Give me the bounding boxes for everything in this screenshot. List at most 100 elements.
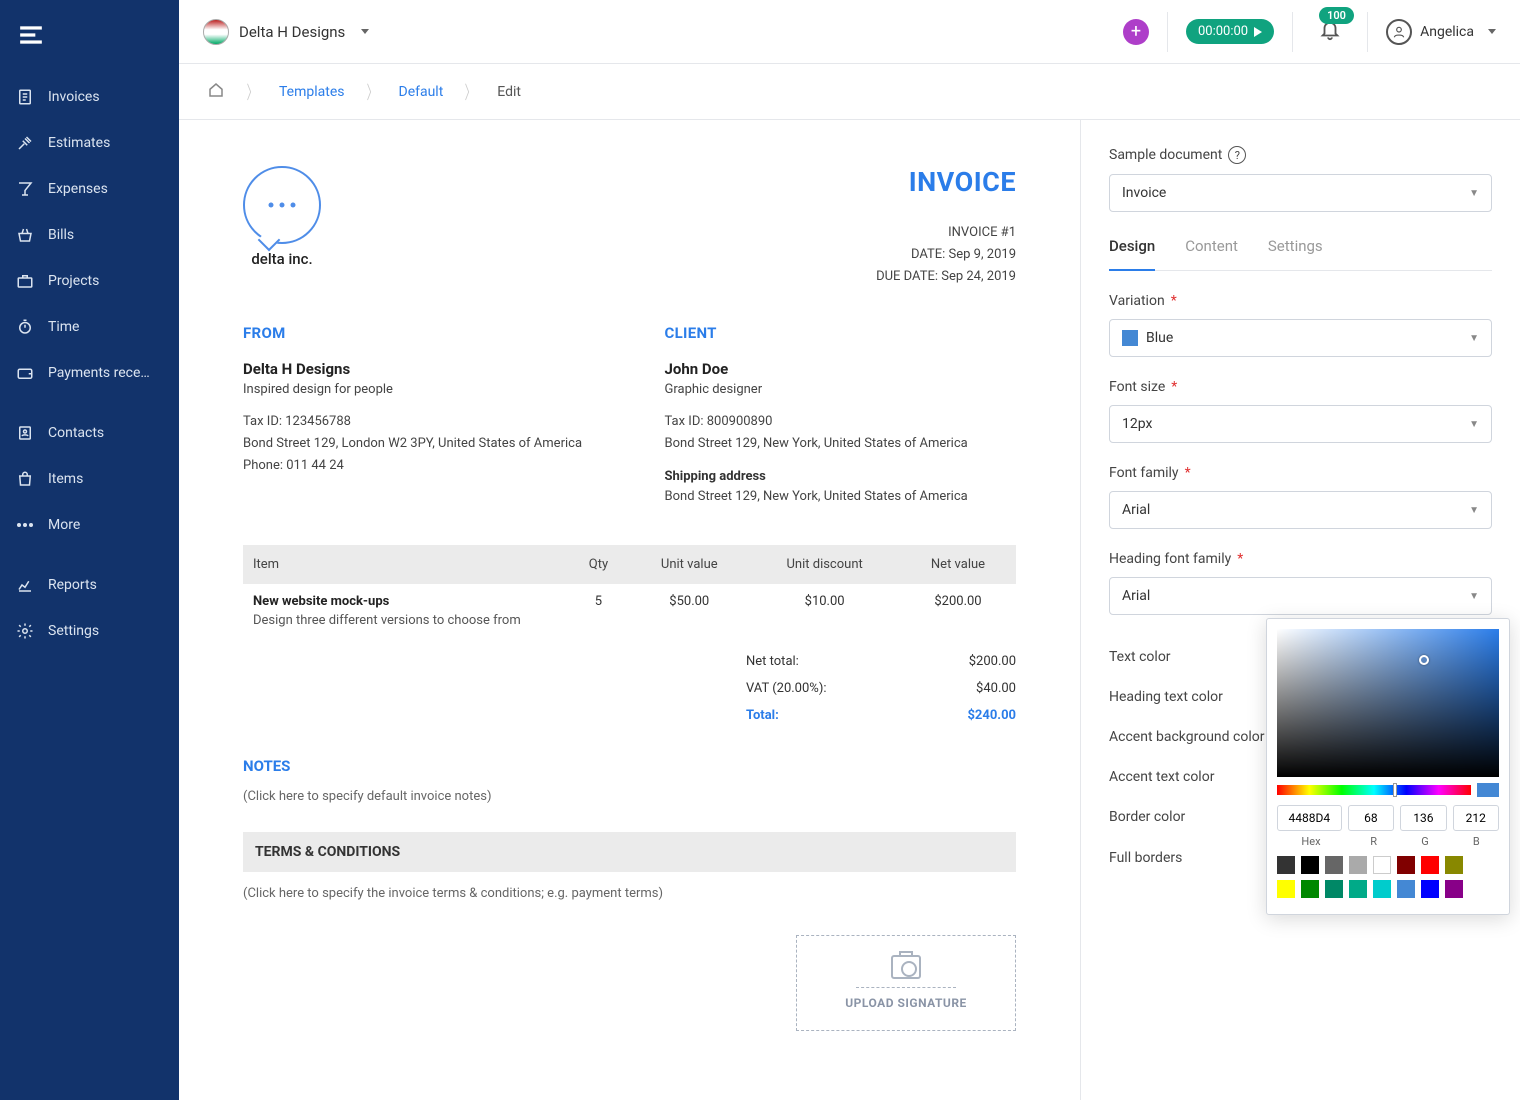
preset-swatch[interactable] — [1421, 856, 1439, 874]
item-unit: $50.00 — [629, 584, 749, 638]
sidebar-item-label: Expenses — [48, 181, 108, 197]
invoice-preview: delta inc. INVOICE INVOICE #1 DATE: Sep … — [179, 120, 1080, 1100]
preset-swatch[interactable] — [1373, 880, 1391, 898]
sidebar-item-bills[interactable]: Bills — [0, 212, 179, 258]
gradient-cursor[interactable] — [1419, 655, 1429, 665]
sidebar-item-reports[interactable]: Reports — [0, 562, 179, 608]
net-total-value: $200.00 — [969, 654, 1016, 669]
app-logo[interactable] — [0, 14, 179, 74]
client-block: CLIENT John Doe Graphic designer Tax ID:… — [665, 324, 1017, 508]
preset-swatch[interactable] — [1325, 880, 1343, 898]
full-borders-label: Full borders — [1109, 850, 1182, 866]
g-label: G — [1402, 835, 1447, 848]
g-input[interactable] — [1400, 805, 1446, 831]
color-gradient[interactable] — [1277, 629, 1499, 777]
cocktail-icon — [14, 178, 36, 200]
sidebar-item-projects[interactable]: Projects — [0, 258, 179, 304]
col-unit: Unit value — [629, 545, 749, 584]
sidebar-item-label: Estimates — [48, 135, 110, 151]
sample-doc-label: Sample document — [1109, 147, 1222, 163]
notifications-button[interactable]: 100 — [1311, 19, 1349, 45]
client-name: John Doe — [665, 360, 1017, 378]
sidebar-item-invoices[interactable]: Invoices — [0, 74, 179, 120]
sidebar-item-settings[interactable]: Settings — [0, 608, 179, 654]
color-picker: Hex R G B — [1266, 618, 1510, 915]
preset-swatch[interactable] — [1325, 856, 1343, 874]
sidebar-item-expenses[interactable]: Expenses — [0, 166, 179, 212]
timer-button[interactable]: 00:00:00 — [1186, 19, 1274, 44]
hue-slider[interactable] — [1277, 785, 1471, 795]
preset-swatch[interactable] — [1301, 880, 1319, 898]
client-address: Bond Street 129, New York, United States… — [665, 433, 1017, 455]
invoice-due-date: DUE DATE: Sep 24, 2019 — [876, 266, 1016, 288]
shipping-address: Bond Street 129, New York, United States… — [665, 486, 1017, 508]
col-discount: Unit discount — [749, 545, 900, 584]
gear-icon — [14, 620, 36, 642]
help-icon[interactable]: ? — [1228, 146, 1246, 164]
preset-swatch[interactable] — [1445, 856, 1463, 874]
chevron-down-icon — [1488, 29, 1496, 34]
upload-signature[interactable]: UPLOAD SIGNATURE — [796, 935, 1016, 1031]
stopwatch-icon — [14, 316, 36, 338]
inspector-panel: Sample document? Invoice▼ Design Content… — [1080, 120, 1520, 1100]
item-name: New website mock-ups — [253, 594, 558, 609]
preset-swatch[interactable] — [1397, 856, 1415, 874]
preset-swatch[interactable] — [1277, 856, 1295, 874]
from-phone: Phone: 011 44 24 — [243, 455, 595, 477]
breadcrumb: 〉 Templates 〉 Default 〉 Edit — [179, 64, 1520, 120]
preset-swatch[interactable] — [1421, 880, 1439, 898]
selected-color-preview — [1477, 783, 1499, 797]
add-button[interactable]: + — [1123, 19, 1149, 45]
tab-settings[interactable]: Settings — [1268, 234, 1323, 270]
sidebar-item-estimates[interactable]: Estimates — [0, 120, 179, 166]
notes-heading: NOTES — [243, 757, 1016, 775]
accent-bg-label: Accent background color — [1109, 729, 1264, 745]
preset-swatch[interactable] — [1397, 880, 1415, 898]
invoice-date: DATE: Sep 9, 2019 — [876, 244, 1016, 266]
crumb-default[interactable]: Default — [381, 84, 462, 100]
preset-swatch[interactable] — [1445, 880, 1463, 898]
total-value: $240.00 — [967, 708, 1016, 723]
variation-select[interactable]: Blue▼ — [1109, 319, 1492, 357]
r-input[interactable] — [1348, 805, 1394, 831]
sample-doc-select[interactable]: Invoice▼ — [1109, 174, 1492, 212]
sidebar-item-time[interactable]: Time — [0, 304, 179, 350]
preset-swatch[interactable] — [1349, 880, 1367, 898]
crumb-templates[interactable]: Templates — [261, 84, 363, 100]
user-menu[interactable]: Angelica — [1386, 19, 1496, 45]
preset-swatch[interactable] — [1349, 856, 1367, 874]
gavel-icon — [14, 132, 36, 154]
fontfamily-select[interactable]: Arial▼ — [1109, 491, 1492, 529]
accent-text-label: Accent text color — [1109, 769, 1214, 785]
preset-swatch[interactable] — [1373, 856, 1391, 874]
sidebar-item-contacts[interactable]: Contacts — [0, 410, 179, 456]
preset-swatch[interactable] — [1277, 880, 1295, 898]
sidebar-item-more[interactable]: More — [0, 502, 179, 548]
sidebar-item-items[interactable]: Items — [0, 456, 179, 502]
b-input[interactable] — [1453, 805, 1499, 831]
sidebar-item-label: Payments rece… — [48, 365, 150, 381]
sidebar-item-label: Settings — [48, 623, 99, 639]
hex-input[interactable] — [1277, 805, 1342, 831]
briefcase-icon — [14, 270, 36, 292]
tab-content[interactable]: Content — [1185, 234, 1238, 270]
notes-placeholder[interactable]: (Click here to specify default invoice n… — [243, 789, 1016, 804]
fontsize-select[interactable]: 12px▼ — [1109, 405, 1492, 443]
from-tax: Tax ID: 123456788 — [243, 411, 595, 433]
vat-label: VAT (20.00%): — [746, 681, 827, 696]
sidebar-item-label: Items — [48, 471, 83, 487]
company-selector[interactable]: Delta H Designs — [203, 19, 369, 45]
preset-swatch[interactable] — [1301, 856, 1319, 874]
sidebar-item-payments[interactable]: Payments rece… — [0, 350, 179, 396]
totals: Net total:$200.00 VAT (20.00%):$40.00 To… — [746, 648, 1016, 729]
heading-fontfamily-select[interactable]: Arial▼ — [1109, 577, 1492, 615]
timer-value: 00:00:00 — [1198, 24, 1248, 39]
upload-label: UPLOAD SIGNATURE — [845, 996, 967, 1010]
company-name: Delta H Designs — [239, 23, 345, 41]
hue-cursor[interactable] — [1393, 783, 1397, 797]
home-icon[interactable] — [207, 81, 225, 103]
terms-placeholder[interactable]: (Click here to specify the invoice terms… — [243, 886, 1016, 901]
from-name: Delta H Designs — [243, 360, 595, 378]
tab-design[interactable]: Design — [1109, 234, 1155, 271]
heading-fontfamily-value: Arial — [1122, 588, 1150, 604]
